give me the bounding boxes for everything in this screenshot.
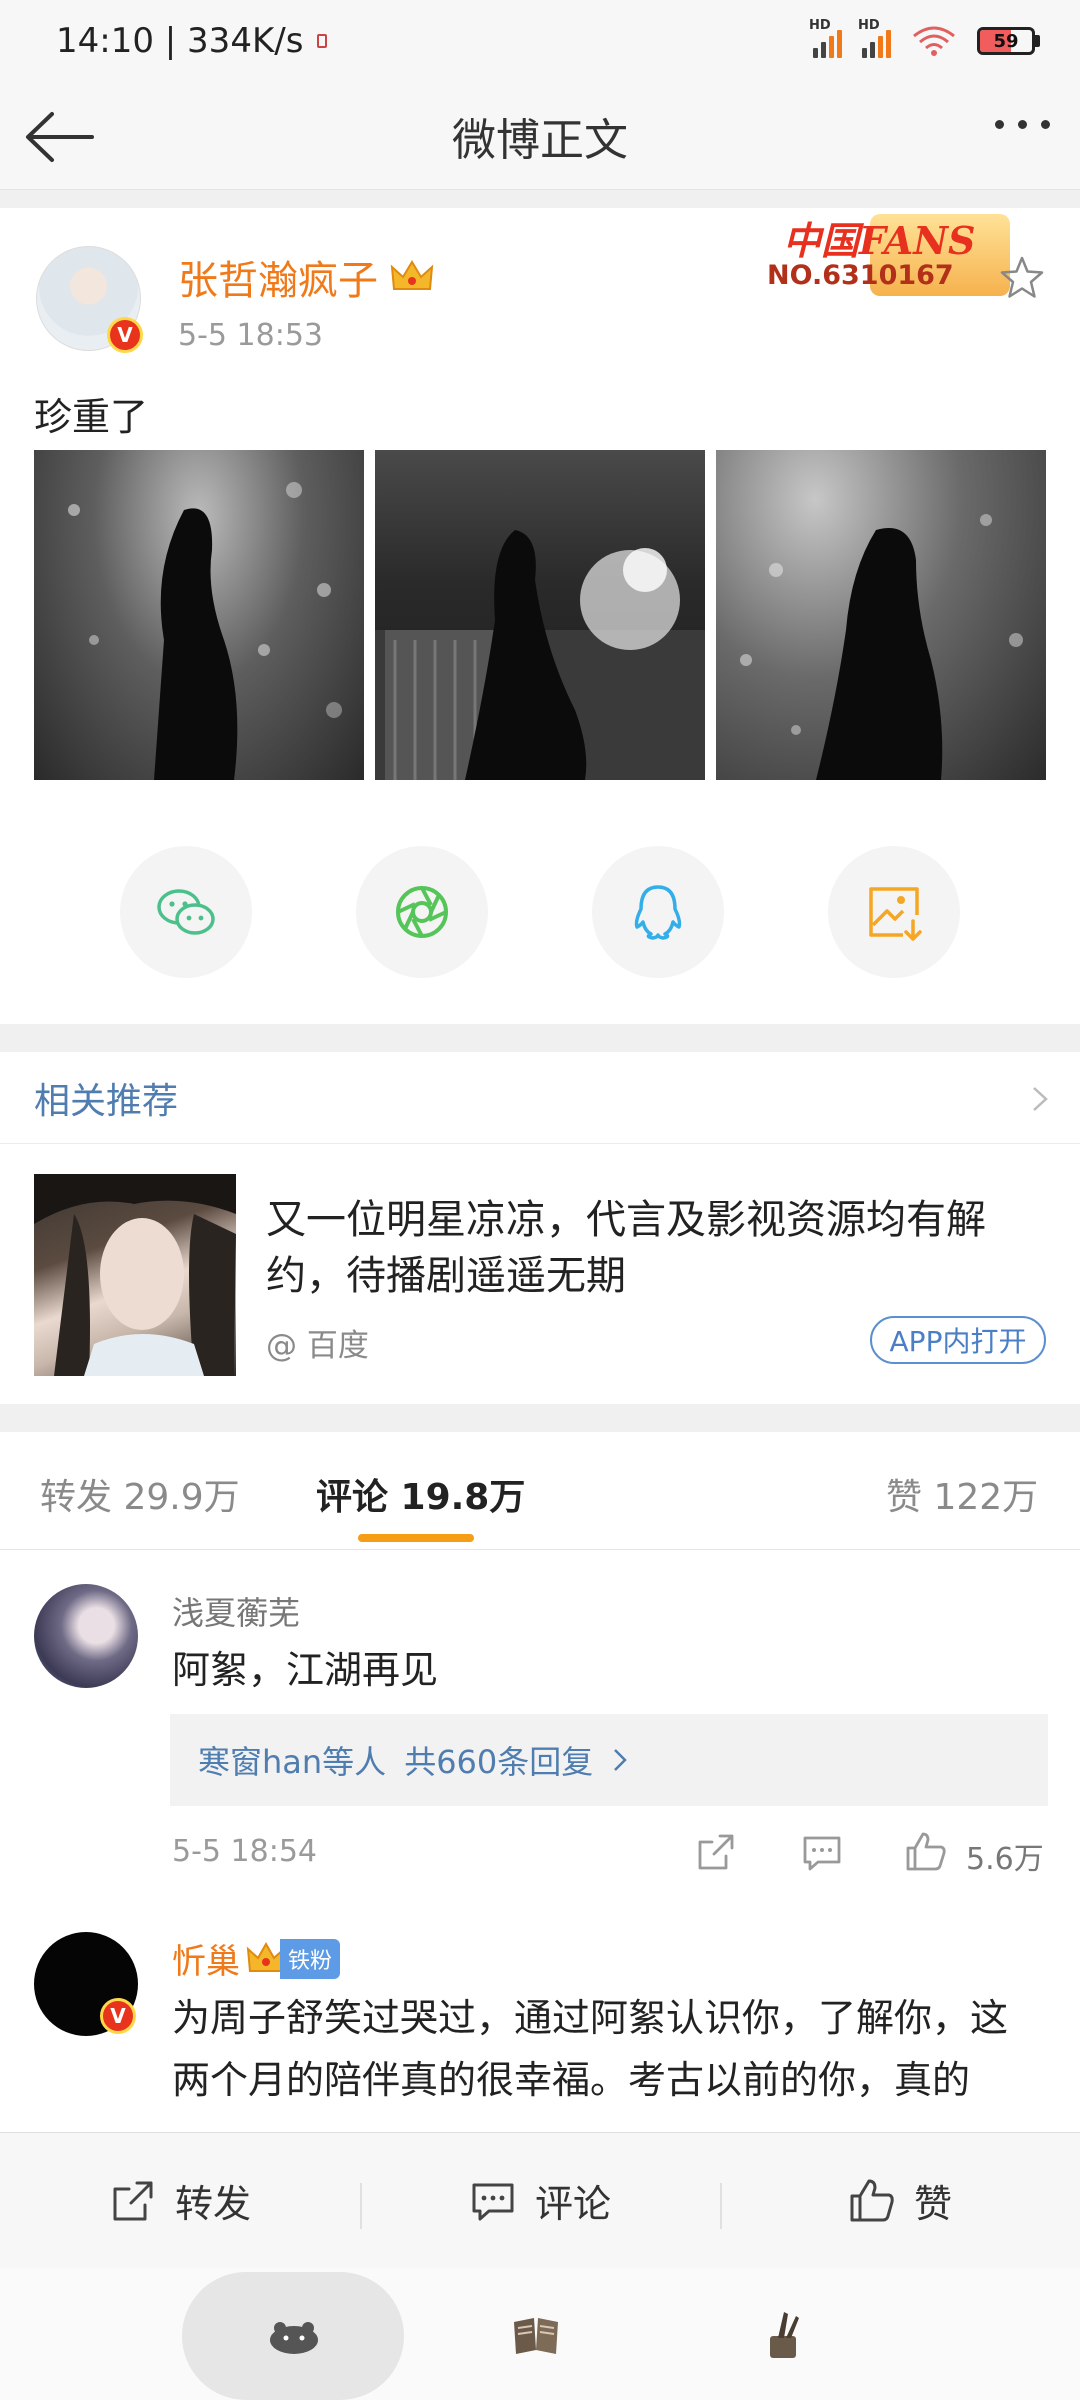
tab-like[interactable]: 赞 122万 <box>886 1468 1038 1520</box>
iron-fan-badge: 铁粉 <box>246 1938 341 1979</box>
fans-badge-title: 中国FANS <box>783 218 976 263</box>
reply-count: 共660条回复 <box>404 1743 594 1781</box>
repost-icon <box>113 2181 153 2220</box>
author-row: 张哲瀚疯子 <box>178 248 434 306</box>
comment-icon[interactable] <box>800 1830 844 1874</box>
reply-summary[interactable]: 寒窗han等人 共660条回复 <box>170 1714 1048 1806</box>
status-bar: 14:10 | 334K/s HD HD 59 <box>0 0 1080 82</box>
post-image-2[interactable] <box>375 450 705 780</box>
nav-bar: 微博正文 <box>0 82 1080 190</box>
battery-icon: 59 <box>977 27 1040 55</box>
status-left: 14:10 | 334K/s <box>56 21 328 61</box>
more-dots-icon[interactable] <box>995 120 1050 129</box>
share-wechat-button[interactable] <box>120 846 252 978</box>
wifi-icon <box>913 26 955 56</box>
moments-icon <box>396 886 448 938</box>
like-button[interactable]: 赞 <box>720 2173 1080 2229</box>
chevron-right-icon <box>614 1749 628 1771</box>
comment-icon <box>472 2183 514 2220</box>
page-title: 微博正文 <box>452 114 628 166</box>
verified-badge-icon: V <box>107 317 143 353</box>
share-moments-button[interactable] <box>356 846 488 978</box>
comment-text-line-2: 两个月的陪伴真的很幸福。考古以前的你，真的 <box>172 2058 971 2102</box>
author-avatar[interactable]: V <box>36 246 143 353</box>
divider <box>0 1024 1080 1052</box>
iron-fan-label: 铁粉 <box>280 1938 341 1979</box>
post-image-3[interactable] <box>716 450 1046 780</box>
post-image-1[interactable] <box>34 450 364 780</box>
comment-author-row: 忻巢 铁粉 <box>172 1934 341 1983</box>
comment-avatar-2[interactable]: V <box>34 1932 138 2036</box>
tab-underline <box>358 1534 474 1542</box>
wechat-icon <box>157 889 215 935</box>
comment-avatar[interactable] <box>34 1584 138 1688</box>
book-icon[interactable] <box>506 2306 566 2366</box>
fans-badge[interactable]: 中国FANS NO.6310167 <box>745 210 1010 300</box>
qq-icon <box>634 885 682 940</box>
bottom-action-bar: 转发 评论 赞 <box>0 2132 1080 2268</box>
related-article-title[interactable]: 又一位明星凉凉，代言及影视资源均有解约，待播剧遥遥无期 <box>266 1192 1056 1304</box>
comment-text-line-1: 为周子舒笑过哭过，通过阿絮认识你，了解你，这 <box>172 1996 1009 2040</box>
save-image-button[interactable] <box>828 846 960 978</box>
comment-author[interactable]: 浅夏蘅芜 <box>172 1588 300 1634</box>
like-icon[interactable] <box>904 1830 948 1874</box>
notification-icon <box>317 34 328 48</box>
repost-label: 转发 <box>174 2182 251 2226</box>
verified-badge-icon: V <box>100 1998 136 2034</box>
author-name[interactable]: 张哲瀚疯子 <box>178 248 378 306</box>
related-thumbnail[interactable] <box>34 1174 236 1376</box>
related-header[interactable]: 相关推荐 <box>0 1052 1080 1144</box>
battery-text: 59 <box>993 30 1019 52</box>
hd-label: HD <box>809 18 831 33</box>
status-time: 14:10 | 334K/s <box>56 21 304 61</box>
mascot-icon[interactable] <box>264 2306 324 2366</box>
comment-author-2[interactable]: 忻巢 <box>172 1934 240 1983</box>
comment-text: 阿絮，江湖再见 <box>172 1648 439 1692</box>
divider <box>0 1404 1080 1432</box>
comment-label: 评论 <box>534 2182 611 2226</box>
repost-icon[interactable] <box>694 1830 738 1874</box>
related-source: @ 百度 <box>266 1328 369 1364</box>
signal-icon-2: HD <box>858 18 891 58</box>
star-icon[interactable] <box>998 254 1046 302</box>
fans-badge-number: NO.6310167 <box>767 260 954 291</box>
reply-users: 寒窗han等人 <box>198 1743 387 1781</box>
share-qq-button[interactable] <box>592 846 724 978</box>
arrow-left-icon[interactable] <box>22 104 98 170</box>
brush-icon[interactable] <box>754 2306 814 2366</box>
chevron-right-icon <box>1033 1087 1048 1111</box>
hd-label-2: HD <box>858 18 880 33</box>
like-icon <box>850 2179 894 2221</box>
tab-bar: 转发 29.9万 评论 19.8万 赞 122万 <box>0 1432 1080 1550</box>
tab-comment[interactable]: 评论 19.8万 <box>316 1468 525 1520</box>
comment-time: 5-5 18:54 <box>172 1834 317 1869</box>
post-time: 5-5 18:53 <box>178 318 323 353</box>
post-text: 珍重了 <box>34 395 149 439</box>
open-in-app-button[interactable]: APP内打开 <box>870 1316 1046 1364</box>
comment-button[interactable]: 评论 <box>360 2173 720 2229</box>
signal-icon: HD <box>809 18 842 58</box>
repost-button[interactable]: 转发 <box>0 2173 360 2228</box>
like-label: 赞 <box>913 2182 952 2226</box>
status-right: HD HD 59 <box>809 18 1040 58</box>
related-title: 相关推荐 <box>34 1080 179 1122</box>
divider <box>0 190 1080 208</box>
crown-icon <box>390 260 434 290</box>
like-count: 5.6万 <box>966 1842 1044 1877</box>
tab-repost[interactable]: 转发 29.9万 <box>40 1468 240 1520</box>
save-image-icon <box>869 887 922 941</box>
